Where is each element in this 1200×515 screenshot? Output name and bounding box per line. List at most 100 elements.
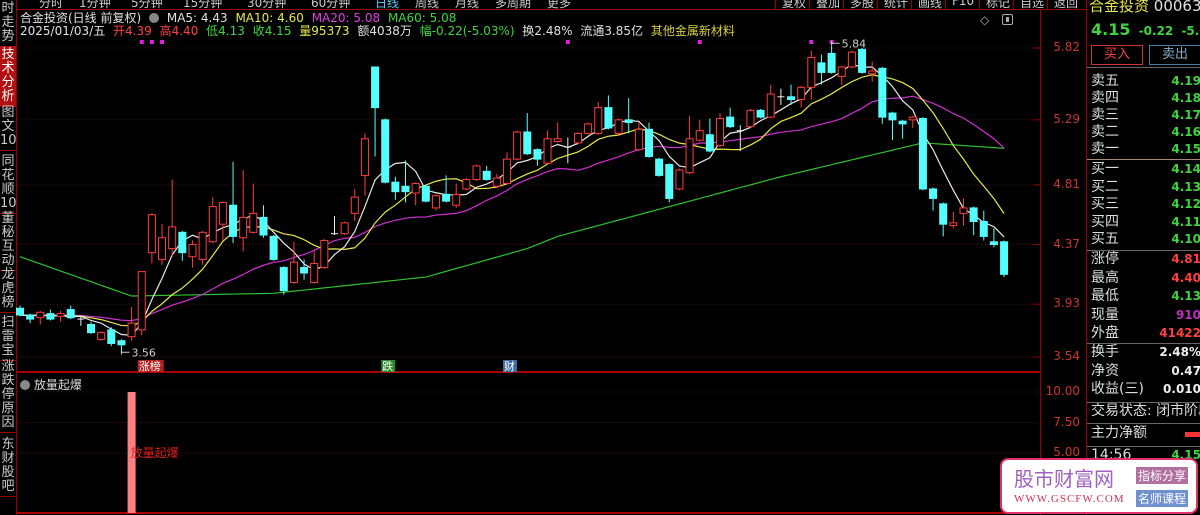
candle bbox=[411, 182, 420, 206]
ask-row-value: 4.18 bbox=[1171, 91, 1200, 105]
stat-row-value: 41422 bbox=[1159, 326, 1200, 340]
sell-button[interactable]: 卖出 bbox=[1149, 45, 1200, 65]
candle bbox=[310, 251, 319, 284]
candle bbox=[421, 184, 430, 203]
divider bbox=[1087, 159, 1200, 160]
candle bbox=[716, 113, 725, 147]
fund-row: 净资 0.47 bbox=[1091, 363, 1200, 380]
candle-body bbox=[97, 332, 106, 340]
stock-name: 合金投资 bbox=[1089, 0, 1150, 15]
candle bbox=[756, 108, 765, 119]
kline-chart[interactable]: 5.84 3.56涨榜 跌 财放量起爆 bbox=[0, 0, 1040, 515]
candle-body bbox=[310, 262, 319, 283]
candle-body bbox=[533, 149, 542, 160]
candle-body bbox=[320, 239, 329, 269]
candle-body bbox=[502, 158, 511, 185]
candle-body bbox=[847, 51, 856, 68]
quote-panel: 合金投资 00063 4.15 -0.22 -5.0 买入 卖出 卖五4.19卖… bbox=[1086, 0, 1200, 515]
candle bbox=[502, 152, 511, 185]
price-tick: 4.37 bbox=[1053, 236, 1080, 251]
event-marker[interactable]: 涨榜 bbox=[139, 359, 161, 373]
candle bbox=[472, 164, 481, 181]
buy-button[interactable]: 买入 bbox=[1091, 45, 1143, 65]
candle bbox=[898, 119, 907, 139]
chevron-down-icon[interactable] bbox=[20, 380, 30, 390]
candle-body bbox=[492, 177, 501, 187]
candle bbox=[249, 183, 258, 234]
fund-row-label: 换手 bbox=[1091, 344, 1119, 360]
candle-body bbox=[695, 130, 704, 141]
ask-row-value: 4.19 bbox=[1171, 74, 1200, 88]
candle-body bbox=[421, 185, 430, 202]
candle bbox=[360, 133, 369, 196]
candle-body bbox=[888, 112, 897, 121]
candle bbox=[979, 210, 988, 241]
candle bbox=[513, 130, 522, 161]
candle-body bbox=[87, 323, 96, 334]
candle bbox=[949, 211, 958, 229]
candle-body bbox=[604, 107, 613, 129]
candle bbox=[269, 235, 278, 261]
candle bbox=[543, 130, 552, 165]
ma60-line bbox=[19, 142, 1005, 297]
stat-row: 现量 910 bbox=[1091, 307, 1200, 324]
candle-body bbox=[939, 203, 948, 225]
indicator-signal-label: 放量起爆 bbox=[131, 445, 179, 460]
signal-dot bbox=[139, 40, 144, 44]
candle bbox=[1000, 240, 1009, 278]
bid-row: 买三 4.12 bbox=[1091, 196, 1200, 213]
candle bbox=[847, 50, 856, 69]
candle bbox=[431, 194, 440, 211]
candle bbox=[158, 224, 167, 265]
candle-body bbox=[969, 207, 978, 222]
candle bbox=[969, 206, 978, 236]
candle-body bbox=[300, 267, 309, 274]
stat-row-label: 最高 bbox=[1091, 269, 1119, 286]
candle-body bbox=[513, 131, 522, 160]
candle bbox=[87, 321, 96, 334]
candle-body bbox=[898, 120, 907, 125]
candle-body bbox=[594, 107, 603, 134]
candle-body bbox=[787, 96, 796, 101]
candle-body bbox=[168, 226, 177, 250]
event-marker[interactable]: 跌 bbox=[382, 359, 393, 373]
candle bbox=[797, 85, 806, 108]
candle bbox=[564, 137, 572, 164]
candle-body bbox=[482, 170, 491, 180]
annotation-arrow bbox=[120, 350, 130, 355]
event-marker[interactable]: 财 bbox=[504, 359, 515, 373]
toolbar-button[interactable]: 返回 bbox=[1047, 0, 1084, 10]
candle-body bbox=[431, 195, 440, 209]
candle bbox=[929, 187, 938, 211]
stat-row: 最高 4.40 bbox=[1091, 270, 1200, 287]
candle bbox=[46, 309, 55, 321]
fund-row-label: 净资 bbox=[1091, 362, 1119, 379]
candle bbox=[888, 111, 897, 141]
candle-body bbox=[289, 261, 298, 283]
candle-body bbox=[929, 188, 938, 199]
candle-body bbox=[462, 178, 471, 190]
bid-row-value: 4.13 bbox=[1171, 179, 1200, 194]
stat-row-value: 4.81 bbox=[1171, 252, 1200, 266]
candle-body bbox=[705, 134, 714, 152]
ma20-line bbox=[19, 95, 1005, 322]
ask-row-label: 卖四 bbox=[1091, 90, 1119, 106]
ask-row-label: 卖二 bbox=[1091, 124, 1119, 140]
stat-row: 外盘 41422 bbox=[1091, 325, 1200, 342]
candle bbox=[695, 119, 704, 142]
candle bbox=[604, 95, 613, 130]
fund-row-value: 0.47 bbox=[1171, 363, 1200, 378]
candle bbox=[989, 228, 998, 248]
candle-body bbox=[573, 132, 582, 144]
candle-body bbox=[249, 212, 258, 233]
bid-row-label: 买五 bbox=[1091, 231, 1119, 247]
price-axis: 5.82 5.29 4.81 4.37 3.93 3.54 10.00 7.50 5.00 bbox=[1040, 10, 1086, 515]
candle-body bbox=[553, 138, 562, 143]
candle bbox=[766, 84, 775, 119]
candle bbox=[381, 118, 390, 184]
candle-body bbox=[959, 207, 968, 214]
candle bbox=[553, 122, 562, 143]
candle-body bbox=[269, 235, 278, 260]
candle bbox=[26, 313, 35, 324]
bid-row: 买二 4.13 bbox=[1091, 179, 1200, 196]
